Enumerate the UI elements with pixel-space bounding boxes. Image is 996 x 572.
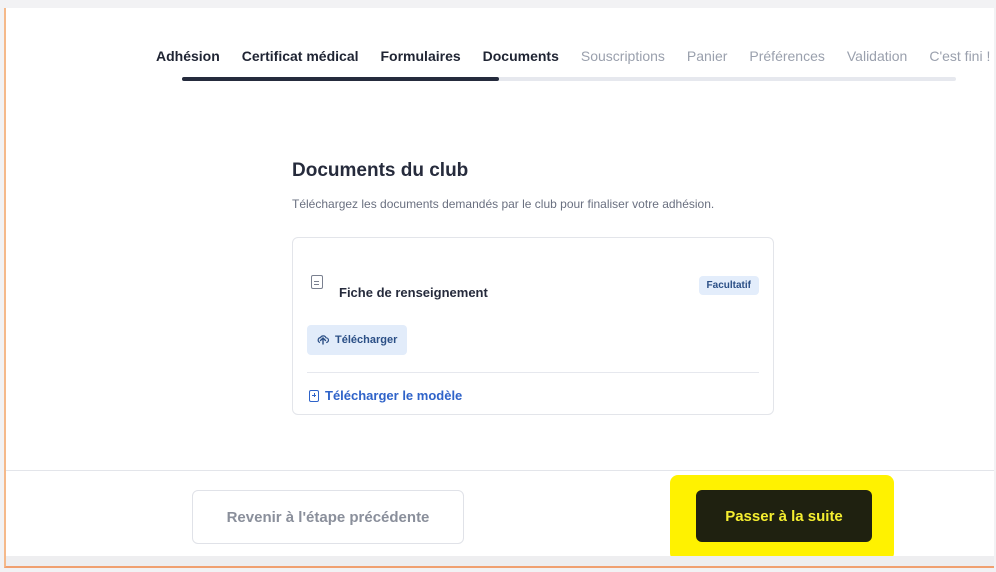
document-icon (311, 275, 323, 289)
card-divider (307, 372, 759, 373)
footer-bar: Revenir à l'étape précédente Passer à la… (6, 470, 994, 561)
step-documents[interactable]: Documents (483, 48, 559, 64)
stepper-progress-track (182, 77, 956, 81)
step-preferences[interactable]: Préférences (749, 48, 824, 64)
previous-step-button[interactable]: Revenir à l'étape précédente (192, 490, 464, 544)
page-frame: Adhésion Certificat médical Formulaires … (4, 8, 994, 568)
step-formulaires[interactable]: Formulaires (381, 48, 461, 64)
upload-button[interactable]: Télécharger (307, 325, 408, 355)
step-validation[interactable]: Validation (847, 48, 907, 64)
next-step-button[interactable]: Passer à la suite (696, 490, 872, 542)
page-title: Documents du club (292, 160, 469, 181)
document-card: Fiche de renseignement Facultatif Téléch… (292, 237, 774, 415)
step-certificat-medical[interactable]: Certificat médical (242, 48, 359, 64)
page-subtitle: Téléchargez les documents demandés par l… (292, 197, 715, 211)
window-top-strip (0, 0, 996, 8)
step-cest-fini[interactable]: C'est fini ! (929, 48, 990, 64)
stepper-nav: Adhésion Certificat médical Formulaires … (156, 48, 990, 64)
optional-badge: Facultatif (698, 276, 759, 295)
footer-bottom-strip (6, 556, 994, 566)
download-template-link[interactable]: Télécharger le modèle (309, 388, 462, 403)
download-template-label: Télécharger le modèle (325, 388, 463, 403)
step-panier[interactable]: Panier (687, 48, 727, 64)
step-souscriptions[interactable]: Souscriptions (581, 48, 665, 64)
upload-button-label: Télécharger (335, 334, 398, 346)
document-plus-icon (309, 389, 319, 402)
document-name: Fiche de renseignement (339, 285, 488, 300)
stepper-progress-fill (182, 77, 500, 81)
cloud-upload-icon (317, 335, 329, 345)
step-adhesion[interactable]: Adhésion (156, 48, 220, 64)
